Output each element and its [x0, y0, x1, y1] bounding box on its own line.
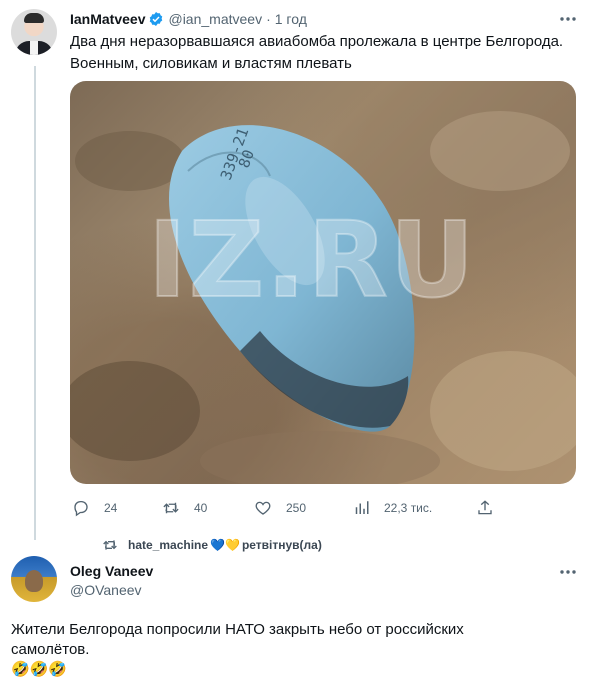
- reply-text-line: самолётов.: [11, 641, 90, 658]
- tweet-text: Два дня неразорвавшаяся авиабомба пролеж…: [70, 31, 580, 75]
- reply-author-handle[interactable]: @OVaneev: [70, 580, 153, 600]
- analytics-icon: [355, 501, 369, 514]
- heart-icon: [255, 501, 271, 515]
- reply-author-name[interactable]: Oleg Vaneev: [70, 562, 153, 580]
- retweet-count: 40: [194, 501, 208, 515]
- more-options-icon[interactable]: [558, 11, 578, 27]
- retweeter-hearts: 💙💛: [210, 538, 240, 552]
- tweet-photo[interactable]: 339-21 80 IZ.RU: [70, 81, 576, 484]
- reply-text: Жители Белгорода попросили НАТО закрыть …: [11, 620, 581, 680]
- tweet-text-line: Военным, силовикам и властям плевать: [70, 55, 352, 72]
- like-button[interactable]: 250: [254, 497, 306, 519]
- retweet-button[interactable]: 40: [162, 497, 207, 519]
- author-avatar[interactable]: [11, 9, 57, 55]
- tweet-timestamp[interactable]: 1 год: [275, 11, 307, 27]
- views-count: 22,3 тис.: [384, 501, 433, 515]
- tweet-header: IanMatveev @ian_matveev · 1 год: [70, 9, 307, 29]
- retweeted-by-note: hate_machine 💙💛 ретвітнув(ла): [102, 536, 322, 554]
- tweet-text-line: Два дня неразорвавшаяся авиабомба пролеж…: [70, 33, 564, 50]
- views-button[interactable]: 22,3 тис.: [352, 497, 432, 519]
- author-name[interactable]: IanMatveev: [70, 11, 145, 27]
- reply-icon: [74, 500, 88, 517]
- tweet-actions: 24 40 250 22,3 тис.: [70, 497, 500, 519]
- reply-button[interactable]: 24: [72, 497, 117, 519]
- reply-count: 24: [104, 501, 118, 515]
- like-count: 250: [286, 501, 307, 515]
- retweeted-label: ретвітнув(ла): [241, 538, 322, 552]
- reply-author-avatar[interactable]: [11, 556, 57, 602]
- share-icon: [478, 500, 492, 515]
- avatar-figure: [25, 570, 43, 592]
- verified-badge-icon: [148, 11, 164, 27]
- avatar-hair: [24, 13, 44, 23]
- photo-watermark: IZ.RU: [147, 198, 477, 322]
- reply-header: Oleg Vaneev @OVaneev: [70, 562, 153, 600]
- reply-text-line: Жители Белгорода попросили НАТО закрыть …: [11, 621, 464, 638]
- more-options-icon[interactable]: [558, 564, 578, 580]
- separator-dot: ·: [266, 11, 271, 27]
- share-button[interactable]: [476, 497, 494, 519]
- retweeter-name[interactable]: hate_machine: [128, 538, 208, 552]
- retweet-icon: [163, 502, 179, 514]
- retweet-icon: [103, 540, 117, 550]
- reply-emoji-line: 🤣🤣🤣: [11, 661, 68, 678]
- avatar-shirt: [30, 41, 38, 55]
- thread-connector-line: [34, 66, 36, 540]
- author-handle[interactable]: @ian_matveev: [168, 11, 262, 27]
